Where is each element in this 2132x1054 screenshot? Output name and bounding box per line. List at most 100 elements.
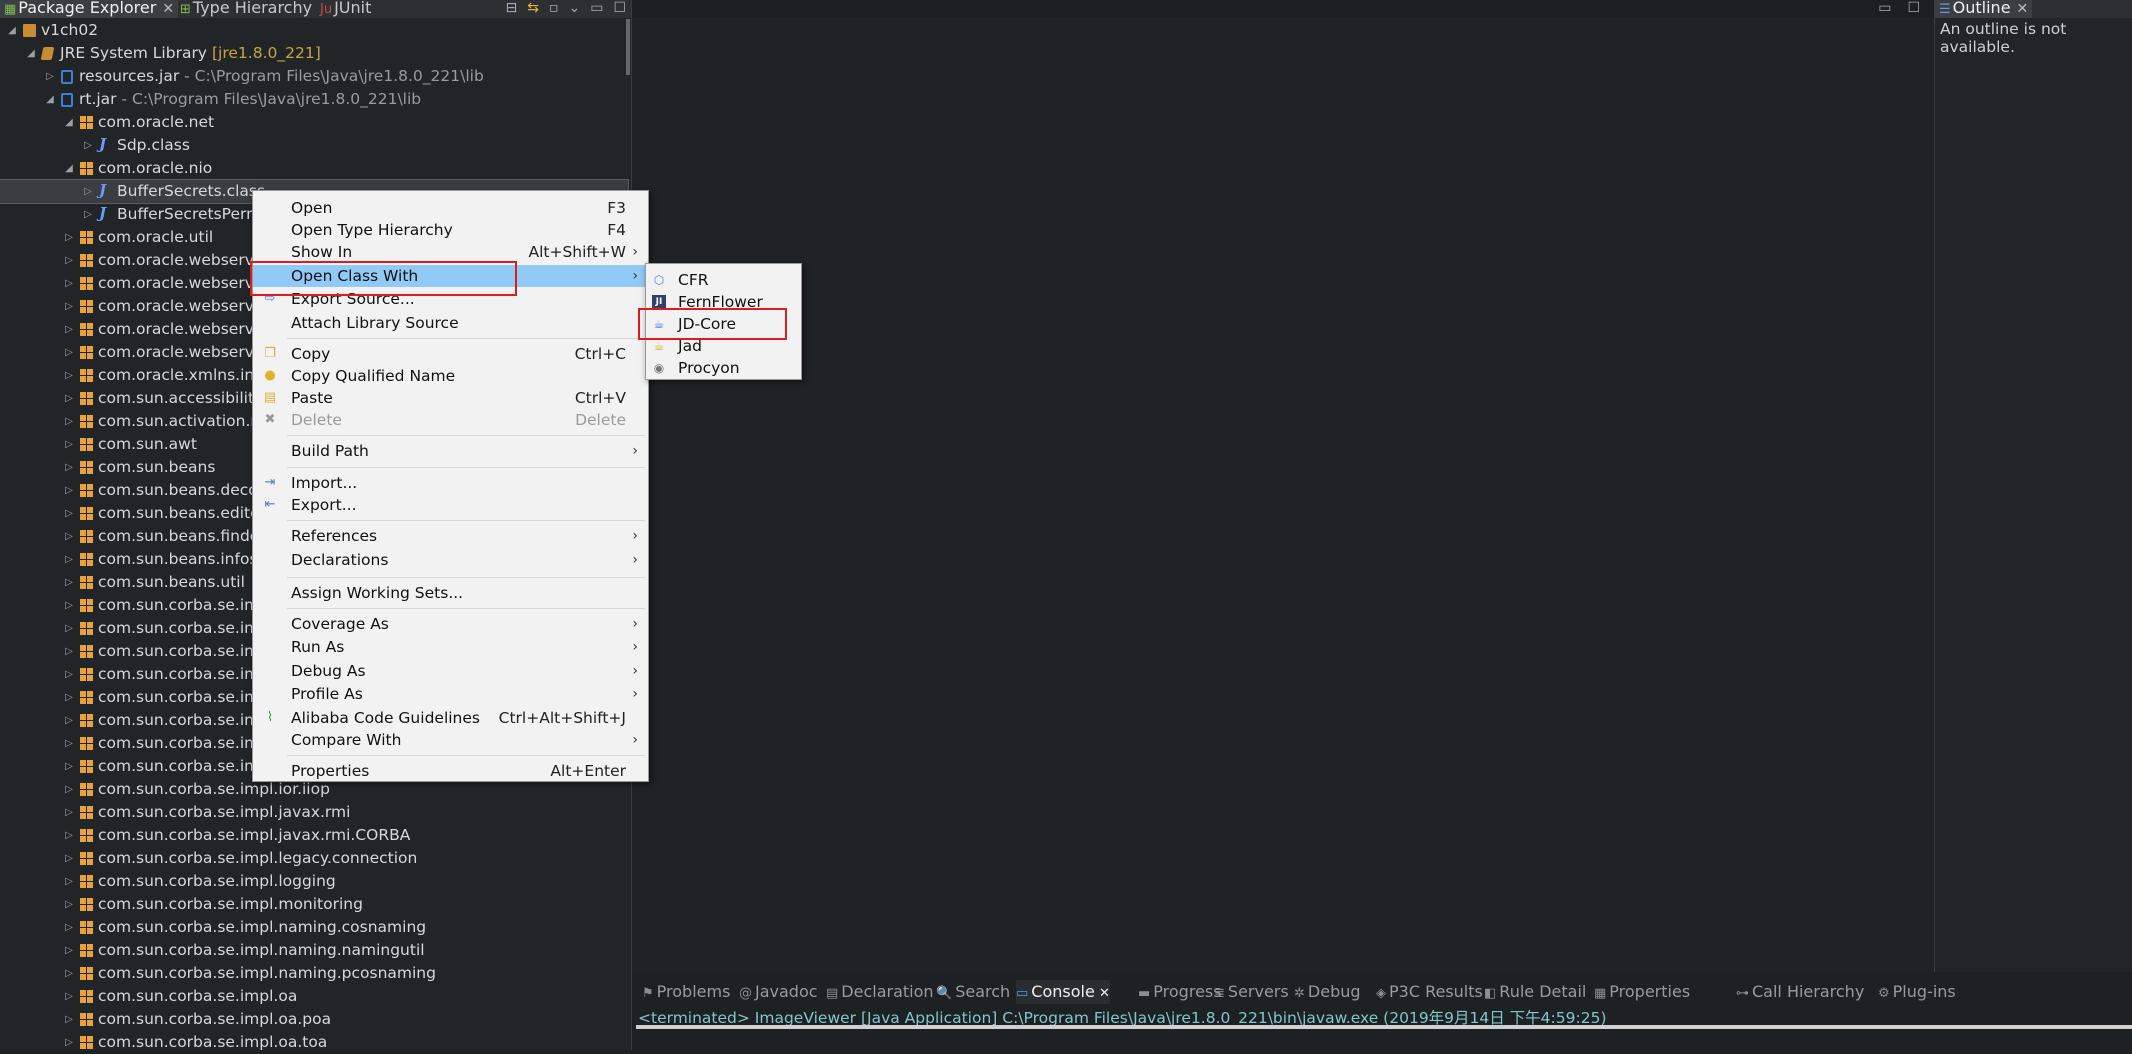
collapsed-chevron-icon[interactable]: ▷ [63, 318, 75, 341]
minimize-icon[interactable]: ▭ [1878, 0, 1891, 16]
tree-item[interactable]: ▷ com.sun.corba.se.impl.naming.cosnaming [0, 916, 628, 939]
tree-item[interactable]: ◢ v1ch02 [0, 19, 628, 42]
collapsed-chevron-icon[interactable]: ▷ [63, 916, 75, 939]
menu-item-profile-as[interactable]: Profile As › [253, 683, 648, 705]
tree-item[interactable]: ◢ com.oracle.net [0, 111, 628, 134]
tab-call-hierarchy[interactable]: ⊶ Call Hierarchy [1736, 980, 1864, 1004]
submenu-item-cfr[interactable]: ⬡ CFR [646, 269, 801, 291]
submenu-item-procyon[interactable]: ◉ Procyon [646, 357, 801, 379]
menu-item-copy-qualified-name[interactable]: ● Copy Qualified Name [253, 365, 648, 387]
tree-item[interactable]: ▷ com.sun.corba.se.impl.javax.rmi.CORBA [0, 824, 628, 847]
filter-icon[interactable]: ▫ [549, 0, 559, 18]
collapsed-chevron-icon[interactable]: ▷ [63, 801, 75, 824]
collapsed-chevron-icon[interactable]: ▷ [63, 249, 75, 272]
collapsed-chevron-icon[interactable]: ▷ [63, 985, 75, 1008]
view-menu-icon[interactable]: ⌄ [568, 0, 580, 18]
collapsed-chevron-icon[interactable]: ▷ [63, 502, 75, 525]
menu-item-export[interactable]: ⇤ Export... [253, 494, 648, 516]
tree-scrollbar[interactable] [626, 19, 630, 75]
menu-item-copy[interactable]: ❐ Copy Ctrl+C [253, 343, 648, 365]
close-icon[interactable]: ✕ [1095, 986, 1110, 1001]
menu-item-import[interactable]: ⇥ Import... [253, 472, 648, 494]
link-with-editor-icon[interactable]: ⇆ [527, 0, 539, 18]
collapsed-chevron-icon[interactable]: ▷ [63, 548, 75, 571]
tab-servers[interactable]: ≣ Servers [1214, 980, 1289, 1004]
menu-item-coverage-as[interactable]: Coverage As › [253, 613, 648, 635]
menu-item-debug-as[interactable]: Debug As › [253, 660, 648, 682]
collapse-all-icon[interactable]: ⊟ [506, 0, 518, 18]
menu-item-declarations[interactable]: Declarations › [253, 549, 648, 571]
collapsed-chevron-icon[interactable]: ▷ [63, 824, 75, 847]
menu-item-assign-working-sets[interactable]: Assign Working Sets... [253, 582, 648, 604]
tree-item[interactable]: ▷ com.sun.corba.se.impl.logging [0, 870, 628, 893]
collapsed-chevron-icon[interactable]: ▷ [63, 1031, 75, 1054]
collapsed-chevron-icon[interactable]: ▷ [82, 180, 94, 203]
expanded-chevron-icon[interactable]: ◢ [25, 42, 37, 65]
menu-item-open[interactable]: Open F3 [253, 197, 648, 219]
menu-item-alibaba-code-guidelines[interactable]: ⌇ Alibaba Code Guidelines Ctrl+Alt+Shift+J [253, 707, 648, 729]
collapsed-chevron-icon[interactable]: ▷ [63, 962, 75, 985]
tree-item[interactable]: ▷ com.sun.corba.se.impl.oa.toa [0, 1031, 628, 1054]
collapsed-chevron-icon[interactable]: ▷ [63, 295, 75, 318]
collapsed-chevron-icon[interactable]: ▷ [63, 847, 75, 870]
tree-item[interactable]: ▷ resources.jar - C:\Program Files\Java\j… [0, 65, 628, 88]
collapsed-chevron-icon[interactable]: ▷ [63, 939, 75, 962]
console-scrollbar[interactable] [636, 1025, 2132, 1029]
collapsed-chevron-icon[interactable]: ▷ [63, 594, 75, 617]
tab-p3c-results[interactable]: ◈ P3C Results [1376, 980, 1483, 1004]
menu-item-attach-library-source[interactable]: Attach Library Source [253, 312, 648, 334]
collapsed-chevron-icon[interactable]: ▷ [63, 479, 75, 502]
collapsed-chevron-icon[interactable]: ▷ [82, 203, 94, 226]
tree-item[interactable]: ▷ J Sdp.class [0, 134, 628, 157]
tab-debug[interactable]: ✲ Debug [1294, 980, 1361, 1004]
collapsed-chevron-icon[interactable]: ▷ [63, 617, 75, 640]
menu-item-show-in[interactable]: Show In Alt+Shift+W › [253, 241, 648, 263]
close-icon[interactable]: ✕ [162, 1, 174, 17]
collapsed-chevron-icon[interactable]: ▷ [63, 364, 75, 387]
collapsed-chevron-icon[interactable]: ▷ [63, 870, 75, 893]
tab-type-hierarchy[interactable]: ⊞ Type Hierarchy [176, 0, 316, 18]
collapsed-chevron-icon[interactable]: ▷ [63, 755, 75, 778]
collapsed-chevron-icon[interactable]: ▷ [63, 433, 75, 456]
tab-outline[interactable]: ☰ Outline ✕ [1935, 0, 2033, 18]
tab-properties[interactable]: ▦ Properties [1594, 980, 1690, 1004]
tab-declaration[interactable]: ▤ Declaration [826, 980, 934, 1004]
collapsed-chevron-icon[interactable]: ▷ [63, 663, 75, 686]
tree-item[interactable]: ▷ com.sun.corba.se.impl.oa.poa [0, 1008, 628, 1031]
collapsed-chevron-icon[interactable]: ▷ [63, 732, 75, 755]
expanded-chevron-icon[interactable]: ◢ [44, 88, 56, 111]
collapsed-chevron-icon[interactable]: ▷ [63, 1008, 75, 1031]
tab-console[interactable]: ▭ Console ✕ [1016, 980, 1110, 1004]
tree-item[interactable]: ◢ JRE System Library [jre1.8.0_221] [0, 42, 628, 65]
tree-item[interactable]: ◢ rt.jar - C:\Program Files\Java\jre1.8.0… [0, 88, 628, 111]
collapsed-chevron-icon[interactable]: ▷ [63, 272, 75, 295]
tree-item[interactable]: ◢ com.oracle.nio [0, 157, 628, 180]
menu-item-properties[interactable]: Properties Alt+Enter [253, 760, 648, 782]
maximize-icon[interactable]: ☐ [1907, 0, 1920, 16]
expanded-chevron-icon[interactable]: ◢ [63, 111, 75, 134]
collapsed-chevron-icon[interactable]: ▷ [63, 778, 75, 801]
menu-item-paste[interactable]: ▤ Paste Ctrl+V [253, 387, 648, 409]
menu-item-compare-with[interactable]: Compare With › [253, 729, 648, 751]
maximize-icon[interactable]: ☐ [613, 0, 626, 18]
menu-item-references[interactable]: References › [253, 525, 648, 547]
collapsed-chevron-icon[interactable]: ▷ [63, 226, 75, 249]
close-icon[interactable]: ✕ [2017, 1, 2029, 17]
tree-item[interactable]: ▷ com.sun.corba.se.impl.legacy.connection [0, 847, 628, 870]
minimize-icon[interactable]: ▭ [590, 0, 603, 18]
tab-plug-ins[interactable]: ⚙ Plug-ins [1878, 980, 1956, 1004]
menu-item-open-type-hierarchy[interactable]: Open Type Hierarchy F4 [253, 219, 648, 241]
collapsed-chevron-icon[interactable]: ▷ [63, 571, 75, 594]
collapsed-chevron-icon[interactable]: ▷ [63, 410, 75, 433]
menu-item-run-as[interactable]: Run As › [253, 636, 648, 658]
collapsed-chevron-icon[interactable]: ▷ [63, 387, 75, 410]
tree-item[interactable]: ▷ com.sun.corba.se.impl.javax.rmi [0, 801, 628, 824]
tab-problems[interactable]: ⚑ Problems [642, 980, 730, 1004]
collapsed-chevron-icon[interactable]: ▷ [63, 456, 75, 479]
collapsed-chevron-icon[interactable]: ▷ [63, 709, 75, 732]
collapsed-chevron-icon[interactable]: ▷ [82, 134, 94, 157]
expanded-chevron-icon[interactable]: ◢ [6, 19, 18, 42]
tab-progress[interactable]: ▬ Progress [1138, 980, 1222, 1004]
collapsed-chevron-icon[interactable]: ▷ [63, 341, 75, 364]
tab-package-explorer[interactable]: ▦ Package Explorer ✕ [0, 0, 179, 18]
